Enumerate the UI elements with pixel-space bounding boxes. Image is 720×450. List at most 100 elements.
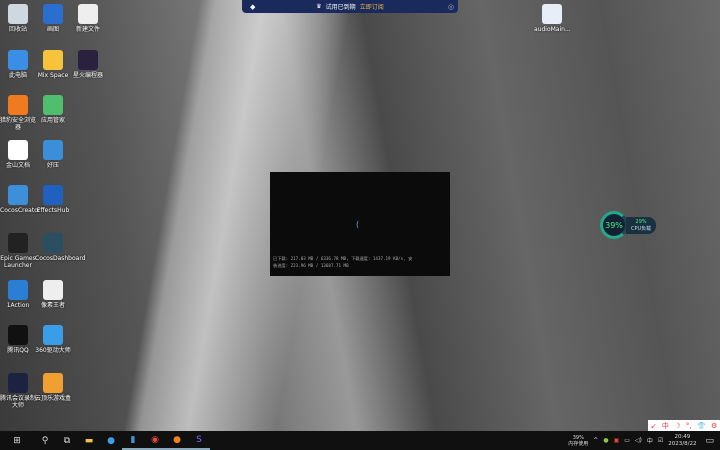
notification-icon[interactable]: ▭ [701, 436, 720, 446]
desktop-icon[interactable]: 金山文档 [0, 140, 36, 169]
app-icon [8, 50, 28, 70]
chrome-icon: ◉ [151, 434, 159, 445]
crown-icon: ◆ [250, 2, 256, 11]
cheetah-browser-icon: ● [173, 434, 181, 445]
desktop-icon[interactable]: CocosCreator [0, 185, 40, 214]
subscribe-link[interactable]: 立即订阅 [360, 2, 384, 11]
time: 20:49 [674, 433, 691, 440]
ime-punct-icon[interactable]: °, [686, 422, 692, 430]
desktop-icon-label: 画图 [46, 26, 59, 33]
edge-button[interactable]: ● [100, 431, 122, 450]
desktop-icon[interactable]: 360驱动大师 [35, 325, 71, 354]
desktop-icon[interactable]: 应用管家 [35, 95, 71, 124]
desktop-icon[interactable]: audioMain... [534, 4, 571, 33]
desktop-icon[interactable]: 新建文件 [70, 4, 106, 33]
desktop-icon[interactable]: Mix Space [35, 50, 71, 79]
chevron-up-icon[interactable]: ^ [593, 437, 598, 444]
app-icon [8, 373, 28, 393]
desktop-icon-label: 像素王者 [40, 302, 65, 309]
app-icon [43, 140, 63, 160]
cpu-label: CPU负载 [631, 225, 652, 232]
search-button[interactable]: ⚲ [34, 431, 56, 450]
desktop-icon-label: audioMain... [534, 26, 571, 33]
desktop-icon-label: 腾讯会议录制大师 [0, 395, 37, 409]
desktop-icon-label: 新建文件 [75, 26, 100, 33]
desktop-icon-label: 1Action [6, 302, 30, 309]
desktop-icon-label: CocosDashboard [35, 255, 86, 262]
desktop-icon[interactable]: 猎豹安全浏览器 [0, 95, 36, 131]
desktop-icon[interactable]: EffectsHub [35, 185, 71, 214]
system-monitor-widget[interactable]: 39% 29% CPU负载 [600, 211, 657, 239]
desktop-icon[interactable]: 1Action [0, 280, 36, 309]
desktop-icon-label: Mix Space [37, 72, 69, 79]
folder-icon: ▬ [84, 435, 94, 446]
desktop-icon[interactable]: CocosDashboard [35, 233, 86, 262]
desktop-icon[interactable]: Epic Games Launcher [0, 233, 36, 269]
desktop-icon-label: 金山文档 [5, 162, 30, 169]
memory-gauge: 39% [600, 211, 628, 239]
file-explorer-button[interactable]: ▬ [78, 431, 100, 450]
winrar-button[interactable]: ▮ [122, 431, 144, 450]
desktop-icon-label: 星火编程器 [72, 72, 103, 79]
desktop-icon[interactable]: 星火编程器 [70, 50, 106, 79]
app-tray-icon[interactable]: ▣ [614, 437, 620, 444]
app-icon [43, 50, 63, 70]
volume-icon[interactable]: ◁) [635, 437, 642, 444]
chrome-button[interactable]: ◉ [144, 431, 166, 450]
app-icon [43, 185, 63, 205]
ime-moon-icon[interactable]: ☽ [674, 422, 680, 430]
tray-memory-label: 内存使用 [568, 440, 589, 447]
download-progress-window: ( 已下载: 217.03 MB / 6336.78 MB, 下载速度: 143… [270, 172, 450, 276]
desktop-icon[interactable]: 腾讯QQ [0, 325, 36, 354]
desktop-icon[interactable]: 像素王者 [35, 280, 71, 309]
desktop-icon[interactable]: 好压 [35, 140, 71, 169]
download-status-line: 已下载: 217.03 MB / 6336.78 MB, 下载速度: 1437.… [273, 256, 413, 261]
task-view-button[interactable]: ⧉ [56, 431, 78, 450]
desktop-icon[interactable]: 腾讯会议录制大师 [0, 373, 36, 409]
desktop-icon[interactable]: 画图 [35, 4, 71, 33]
archive-icon: ▮ [130, 434, 136, 445]
windows-icon: ⊞ [13, 435, 21, 446]
settings-icon[interactable]: ◎ [448, 3, 454, 11]
checkbox-tray-icon[interactable]: ☑ [658, 437, 663, 444]
edge-icon: ● [107, 435, 115, 446]
desktop-icon-label: 好压 [46, 162, 59, 169]
app-icon [43, 373, 63, 393]
app-icon [8, 185, 28, 205]
search-icon: ⚲ [41, 435, 49, 446]
app-icon [78, 4, 98, 24]
xinghuo-button[interactable]: S [188, 431, 210, 450]
app-icon [8, 325, 28, 345]
cpu-percent: 29% [635, 218, 647, 225]
app-icon [43, 95, 63, 115]
desktop-icon-label: 360驱动大师 [35, 347, 71, 354]
task-view-icon: ⧉ [63, 435, 71, 446]
ime-tool-icon[interactable]: ↙ [651, 422, 657, 430]
install-status-line: 装进度: 223.96 MB / 13687.71 MB [273, 263, 349, 268]
desktop-icon-label: 回收站 [8, 26, 27, 33]
wechat-icon[interactable]: ● [603, 437, 608, 444]
browser-button[interactable]: ● [166, 431, 188, 450]
ime-settings-icon[interactable]: ⚙ [711, 422, 717, 430]
desktop-icon[interactable]: 此电脑 [0, 50, 36, 79]
ime-skin-icon[interactable]: 👕 [697, 422, 706, 430]
loading-spinner-icon: ( [356, 220, 360, 229]
clock[interactable]: 20:49 2023/8/22 [668, 434, 696, 448]
network-icon[interactable]: ▭ [624, 437, 630, 444]
app-icon [542, 4, 562, 24]
subscription-banner[interactable]: ◆ ♛ 试用已到期 立即订阅 ◎ [242, 0, 458, 13]
app-icon [8, 280, 28, 300]
desktop-icon[interactable]: 回收站 [0, 4, 36, 33]
s-logo-icon: S [196, 434, 202, 445]
app-icon [8, 233, 28, 253]
desktop-icon[interactable]: 云顶乐游戏盒 [35, 373, 71, 402]
start-button[interactable]: ⊞ [0, 431, 34, 450]
app-icon [43, 280, 63, 300]
ime-lang-icon[interactable]: 中 [662, 421, 669, 431]
trial-expired-text: 试用已到期 [325, 4, 356, 11]
desktop-icon-label: Epic Games Launcher [0, 255, 36, 269]
app-icon [43, 325, 63, 345]
app-icon [8, 95, 28, 115]
ime-indicator[interactable]: 中 [647, 436, 653, 445]
app-icon [43, 233, 63, 253]
